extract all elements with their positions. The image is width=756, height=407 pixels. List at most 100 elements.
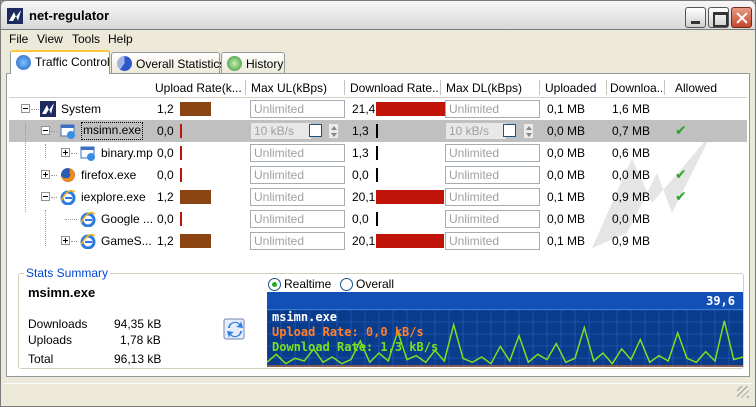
- process-name[interactable]: GameS...: [101, 234, 152, 248]
- max-dl-field[interactable]: Unlimited: [445, 188, 540, 206]
- overall-radio-label[interactable]: Overall: [356, 277, 394, 291]
- process-name[interactable]: msimn.exe: [81, 122, 144, 140]
- max-ul-spinner[interactable]: [328, 123, 339, 139]
- max-dl-limit-checkbox[interactable]: [503, 124, 516, 137]
- expand-toggle[interactable]: [41, 170, 50, 179]
- table-row[interactable]: System 1,2 Unlimited 21,4 Unlimited 0,1 MB 1,6…: [9, 98, 747, 120]
- realtime-radio-label[interactable]: Realtime: [284, 277, 331, 291]
- resize-grip-icon[interactable]: [737, 386, 749, 398]
- column-divider[interactable]: [344, 80, 345, 95]
- download-rate: 1,3: [352, 124, 369, 138]
- allowed-check-icon[interactable]: ✔: [675, 123, 687, 139]
- max-dl-spinner[interactable]: [523, 123, 534, 139]
- col-downloaded[interactable]: Downloa...: [610, 81, 662, 95]
- menu-bar: File View Tools Help: [1, 30, 755, 49]
- minimize-button[interactable]: [685, 7, 706, 28]
- tab-label: Traffic Control: [35, 55, 110, 69]
- column-divider[interactable]: [245, 80, 246, 95]
- overall-radio[interactable]: [340, 278, 353, 291]
- col-max-ul[interactable]: Max UL(kBps): [251, 81, 341, 95]
- graph-header: [267, 292, 743, 310]
- col-download-rate[interactable]: Download Rate...: [350, 81, 438, 95]
- upload-rate: 0,0: [157, 124, 174, 138]
- col-upload-rate[interactable]: Upload Rate(k...: [155, 81, 241, 95]
- expand-toggle[interactable]: [61, 236, 70, 245]
- max-dl-field[interactable]: Unlimited: [445, 166, 540, 184]
- max-ul-limit-checkbox[interactable]: [309, 124, 322, 137]
- status-bar: [3, 383, 753, 403]
- column-divider[interactable]: [539, 80, 540, 95]
- max-dl-field[interactable]: Unlimited: [445, 210, 540, 228]
- process-name[interactable]: System: [61, 102, 101, 116]
- title-bar[interactable]: net-regulator: [0, 0, 756, 30]
- upload-rate-bar: [180, 190, 211, 204]
- firefox-icon: [60, 167, 76, 183]
- max-ul-field[interactable]: Unlimited: [250, 210, 345, 228]
- col-allowed[interactable]: Allowed: [675, 81, 725, 95]
- tree-line: [51, 175, 57, 176]
- tree-line: [71, 241, 77, 242]
- expand-toggle[interactable]: [61, 148, 70, 157]
- max-ul-field[interactable]: Unlimited: [250, 144, 345, 162]
- uploaded-value: 0,0 MB: [547, 168, 586, 182]
- refresh-icon[interactable]: [222, 316, 248, 342]
- column-divider[interactable]: [606, 80, 607, 95]
- uploaded-value: 0,1 MB: [547, 190, 586, 204]
- table-row[interactable]: Google ... 0,0 Unlimited 0,0 Unlimited 0,0 MB…: [9, 208, 747, 230]
- upload-rate: 0,0: [157, 146, 174, 160]
- process-table[interactable]: Upload Rate(k... Max UL(kBps) Download R…: [9, 78, 747, 258]
- tab-overall-statistics[interactable]: Overall Statistics: [111, 52, 225, 73]
- tab-traffic-control[interactable]: Traffic Control: [10, 50, 110, 74]
- upload-rate-bar: [180, 212, 182, 226]
- max-ul-field[interactable]: Unlimited: [250, 166, 345, 184]
- max-ul-field[interactable]: 10 kB/s: [250, 122, 312, 140]
- download-rate: 21,4: [352, 102, 376, 116]
- collapse-toggle[interactable]: [41, 126, 50, 135]
- table-row[interactable]: binary.mp 0,0 Unlimited 1,3 Unlimited 0,0 MB 0…: [9, 142, 747, 164]
- menu-file[interactable]: File: [9, 32, 28, 46]
- uploaded-value: 0,1 MB: [547, 234, 586, 248]
- collapse-toggle[interactable]: [21, 104, 30, 113]
- download-rate-bar: [376, 212, 378, 226]
- col-uploaded[interactable]: Uploaded: [545, 81, 605, 95]
- uploaded-value: 0,0 MB: [547, 124, 586, 138]
- app-logo-icon: [7, 8, 23, 24]
- process-name[interactable]: firefox.exe: [81, 168, 136, 182]
- table-row[interactable]: iexplore.exe 1,2 Unlimited 20,1 Unlimited 0,1…: [9, 186, 747, 208]
- maximize-button[interactable]: [708, 7, 729, 28]
- max-dl-field[interactable]: Unlimited: [445, 232, 540, 250]
- system-icon: [40, 101, 56, 117]
- max-dl-field[interactable]: Unlimited: [445, 100, 540, 118]
- app-icon: [80, 145, 96, 161]
- max-ul-field[interactable]: Unlimited: [250, 232, 345, 250]
- column-divider[interactable]: [440, 80, 441, 95]
- tree-line: [45, 144, 46, 158]
- table-row[interactable]: GameS... 1,2 Unlimited 20,1 Unlimited 0,1 MB 0…: [9, 230, 747, 252]
- max-ul-field[interactable]: Unlimited: [250, 188, 345, 206]
- process-name[interactable]: Google ...: [101, 212, 153, 226]
- uploads-label: Uploads: [28, 333, 73, 347]
- realtime-radio[interactable]: [268, 278, 281, 291]
- column-divider[interactable]: [664, 80, 665, 95]
- minimize-icon: [686, 8, 705, 27]
- menu-help[interactable]: Help: [108, 32, 133, 46]
- col-max-dl[interactable]: Max DL(kBps): [446, 81, 536, 95]
- table-row[interactable]: msimn.exe 0,0 10 kB/s 1,3 10 kB/s 0,0 MB 0,7 M…: [9, 120, 747, 142]
- menu-view[interactable]: View: [37, 32, 63, 46]
- max-ul-field[interactable]: Unlimited: [250, 100, 345, 118]
- menu-tools[interactable]: Tools: [72, 32, 100, 46]
- close-icon: [732, 8, 751, 27]
- tab-history[interactable]: History: [221, 52, 285, 73]
- allowed-check-icon[interactable]: ✔: [675, 189, 687, 205]
- window-title: net-regulator: [29, 8, 110, 23]
- download-rate-bar: [376, 124, 378, 138]
- download-rate-bar: [376, 146, 378, 160]
- max-dl-field[interactable]: 10 kB/s: [445, 122, 507, 140]
- max-dl-field[interactable]: Unlimited: [445, 144, 540, 162]
- table-row[interactable]: firefox.exe 0,0 Unlimited 0,0 Unlimited 0,0 M…: [9, 164, 747, 186]
- allowed-check-icon[interactable]: ✔: [675, 167, 687, 183]
- collapse-toggle[interactable]: [41, 192, 50, 201]
- process-name[interactable]: binary.mp: [101, 146, 153, 160]
- process-name[interactable]: iexplore.exe: [81, 190, 146, 204]
- close-button[interactable]: [731, 7, 752, 28]
